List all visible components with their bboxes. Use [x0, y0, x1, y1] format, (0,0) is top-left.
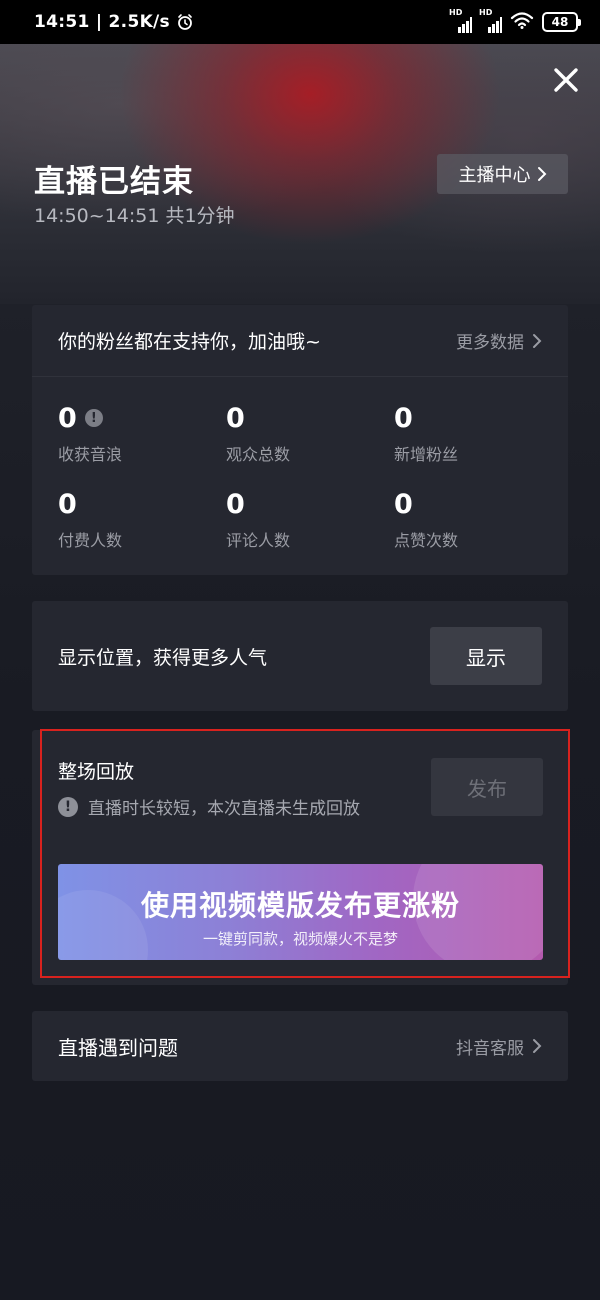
status-icons: HD HD 48	[449, 8, 581, 33]
close-button[interactable]	[550, 64, 582, 96]
replay-card: 整场回放 ! 直播时长较短，本次直播未生成回放 发布 使用视频模版发布更涨粉 一…	[32, 730, 568, 985]
fans-stats-card: 你的粉丝都在支持你，加油哦~ 更多数据 0 ! 收获音浪 0 观众总数 0 新增…	[32, 305, 568, 575]
location-card: 显示位置，获得更多人气 显示	[32, 601, 568, 711]
publish-button[interactable]: 发布	[431, 758, 543, 816]
stat-sound-waves: 0 ! 收获音浪	[58, 401, 226, 467]
signal-hd-icon: HD	[479, 8, 502, 33]
stat-new-followers: 0 新增粉丝	[394, 401, 562, 467]
stat-paying-users: 0 付费人数	[58, 487, 226, 553]
customer-service-label: 抖音客服	[456, 1038, 524, 1059]
fans-card-header: 你的粉丝都在支持你，加油哦~ 更多数据	[32, 305, 568, 377]
stat-label: 评论人数	[226, 531, 291, 550]
more-data-label: 更多数据	[456, 333, 524, 353]
stat-commenters: 0 评论人数	[226, 487, 394, 553]
banner-subtitle: 一键剪同款，视频爆火不是梦	[202, 930, 398, 948]
location-text: 显示位置，获得更多人气	[58, 646, 268, 669]
live-duration: 14:50~14:51 共1分钟	[34, 205, 235, 227]
stat-label: 观众总数	[226, 445, 291, 464]
stat-total-viewers: 0 观众总数	[226, 401, 394, 467]
battery-icon: 48	[542, 12, 581, 32]
stat-value: 0	[226, 488, 245, 520]
host-center-button[interactable]: 主播中心	[437, 154, 568, 194]
chevron-right-icon	[533, 333, 542, 348]
host-center-label: 主播中心	[458, 165, 531, 186]
customer-service-link[interactable]: 抖音客服	[456, 1034, 542, 1059]
stat-label: 付费人数	[58, 531, 123, 550]
status-bar: 14:51 | 2.5K/s HD HD 48	[0, 0, 600, 44]
stat-value: 0	[58, 488, 77, 520]
stat-value: 0	[58, 402, 77, 434]
replay-note-text: 直播时长较短，本次直播未生成回放	[88, 799, 360, 819]
status-time: 14:51 | 2.5K/s	[34, 12, 170, 32]
fans-card-title: 你的粉丝都在支持你，加油哦~	[58, 331, 321, 353]
stat-label: 点赞次数	[394, 531, 459, 550]
problem-card[interactable]: 直播遇到问题 抖音客服	[32, 1011, 568, 1081]
banner-title: 使用视频模版发布更涨粉	[140, 889, 460, 922]
chevron-right-icon	[533, 1039, 542, 1053]
problem-text: 直播遇到问题	[58, 1035, 178, 1060]
signal-hd-icon: HD	[449, 8, 472, 33]
wifi-icon	[510, 11, 534, 33]
live-ended-screen: 14:51 | 2.5K/s HD HD 48 直播已结束 14:50~14:5…	[0, 0, 600, 1300]
info-icon[interactable]: !	[84, 409, 103, 427]
stat-label: 收获音浪	[58, 445, 123, 464]
show-location-button[interactable]: 显示	[430, 627, 542, 685]
stat-value: 0	[226, 402, 245, 434]
warning-icon: !	[58, 796, 78, 817]
replay-title: 整场回放	[58, 761, 135, 783]
hd-label: HD	[449, 8, 463, 17]
stat-likes: 0 点赞次数	[394, 487, 562, 553]
chevron-right-icon	[537, 167, 546, 181]
close-icon	[554, 68, 578, 92]
stat-value: 0	[394, 402, 413, 434]
stat-value: 0	[394, 488, 413, 520]
more-data-link[interactable]: 更多数据	[456, 328, 542, 353]
hd-label: HD	[479, 8, 493, 17]
replay-note: ! 直播时长较短，本次直播未生成回放	[58, 794, 360, 819]
alarm-icon	[176, 13, 194, 31]
stat-label: 新增粉丝	[394, 445, 459, 464]
video-template-banner[interactable]: 使用视频模版发布更涨粉 一键剪同款，视频爆火不是梦	[58, 864, 543, 960]
stats-grid: 0 ! 收获音浪 0 观众总数 0 新增粉丝 0 付费人数 0 评论人数 0 点…	[32, 377, 568, 553]
page-title: 直播已结束	[34, 164, 194, 200]
